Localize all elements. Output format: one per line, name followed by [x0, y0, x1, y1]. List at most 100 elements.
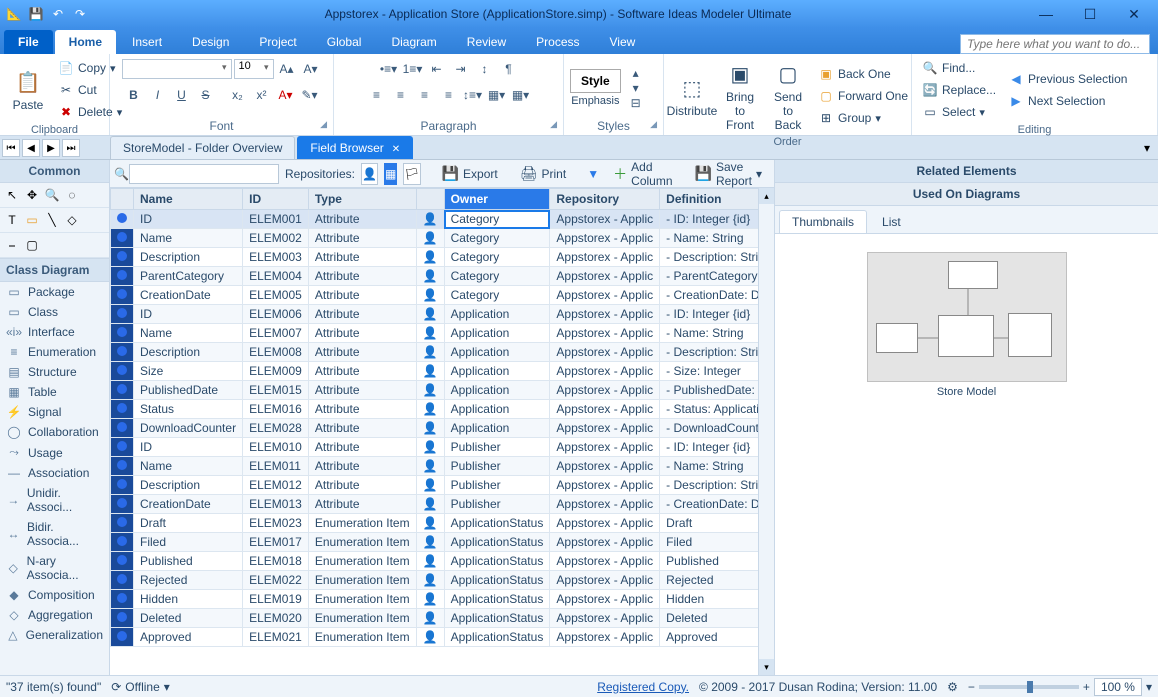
table-row[interactable]: Draft ELEM023 Enumeration Item 👤 Applica…: [111, 514, 774, 533]
sidebar-item[interactable]: «i»Interface: [0, 322, 109, 342]
table-row[interactable]: Status ELEM016 Attribute 👤 Application A…: [111, 400, 774, 419]
vertical-scrollbar[interactable]: ▴ ▾: [758, 188, 774, 675]
forward-one-button[interactable]: ▢Forward One: [814, 86, 912, 106]
column-header[interactable]: Definition: [660, 189, 774, 210]
nav-first-icon[interactable]: ⏮: [2, 139, 20, 157]
nav-last-icon[interactable]: ⏭: [62, 139, 80, 157]
bullets-icon[interactable]: •≡▾: [378, 58, 400, 80]
numbering-icon[interactable]: 1≡▾: [402, 58, 424, 80]
text-tool-icon[interactable]: T: [3, 211, 21, 229]
table-row[interactable]: Name ELEM002 Attribute 👤 Category Appsto…: [111, 229, 774, 248]
redo-icon[interactable]: ↷: [70, 4, 90, 24]
lasso-tool-icon[interactable]: ◌: [63, 186, 81, 204]
align-center-icon[interactable]: ≡: [390, 84, 412, 106]
bring-to-front-button[interactable]: ▣Bring to Front: [718, 58, 762, 134]
nav-prev-icon[interactable]: ◀: [22, 139, 40, 157]
table-row[interactable]: Description ELEM003 Attribute 👤 Category…: [111, 248, 774, 267]
thumbnails-tab[interactable]: Thumbnails: [779, 210, 867, 233]
replace-button[interactable]: 🔄Replace...: [918, 80, 1000, 100]
table-row[interactable]: Size ELEM009 Attribute 👤 Application App…: [111, 362, 774, 381]
tab-file[interactable]: File: [4, 30, 53, 54]
zoom-in-icon[interactable]: +: [1083, 680, 1090, 694]
distribute-button[interactable]: ⬚Distribute: [670, 72, 714, 120]
close-tab-icon[interactable]: ✕: [392, 144, 400, 155]
pointer-tool-icon[interactable]: ↖: [3, 186, 21, 204]
font-size-combo[interactable]: 10: [234, 59, 274, 79]
tab-insert[interactable]: Insert: [118, 30, 176, 54]
shape-tool-icon[interactable]: ◇: [63, 211, 81, 229]
nav-next-icon[interactable]: ▶: [42, 139, 60, 157]
italic-icon[interactable]: I: [147, 84, 169, 106]
repo-view1-icon[interactable]: 👤: [361, 163, 378, 185]
tab-overflow-icon[interactable]: ▾: [1136, 137, 1158, 159]
shrink-font-icon[interactable]: A▾: [300, 58, 322, 80]
rect-tool-icon[interactable]: ▭: [23, 211, 41, 229]
zoom-dropdown-icon[interactable]: ▾: [1146, 680, 1152, 694]
find-button[interactable]: 🔍Find...: [918, 58, 1000, 78]
zoom-tool-icon[interactable]: 🔍: [43, 186, 61, 204]
table-row[interactable]: DownloadCounter ELEM028 Attribute 👤 Appl…: [111, 419, 774, 438]
tab-review[interactable]: Review: [453, 30, 520, 54]
highlight-icon[interactable]: ✎▾: [299, 84, 321, 106]
tab-diagram[interactable]: Diagram: [377, 30, 450, 54]
outdent-icon[interactable]: ⇤: [426, 58, 448, 80]
font-family-combo[interactable]: [122, 59, 232, 79]
paste-button[interactable]: 📋Paste: [6, 66, 50, 114]
tab-global[interactable]: Global: [313, 30, 376, 54]
repo-view3-icon[interactable]: 🏳: [403, 163, 420, 185]
send-to-back-button[interactable]: ▢Send to Back: [766, 58, 810, 134]
back-one-button[interactable]: ▣Back One: [814, 64, 912, 84]
align-right-icon[interactable]: ≡: [414, 84, 436, 106]
tell-me-input[interactable]: [960, 34, 1150, 54]
sidebar-item[interactable]: ◇N-ary Associa...: [0, 551, 109, 585]
connector-tool-icon[interactable]: ⎯: [3, 236, 21, 254]
table-row[interactable]: ID ELEM006 Attribute 👤 Application Appst…: [111, 305, 774, 324]
zoom-out-icon[interactable]: −: [968, 680, 975, 694]
table-row[interactable]: ID ELEM010 Attribute 👤 Publisher Appstor…: [111, 438, 774, 457]
export-button[interactable]: 💾Export: [434, 163, 506, 184]
table-row[interactable]: Deleted ELEM020 Enumeration Item 👤 Appli…: [111, 609, 774, 628]
column-header[interactable]: Type: [308, 189, 416, 210]
print-button[interactable]: 🖨Print: [512, 163, 574, 184]
minimize-button[interactable]: —: [1026, 2, 1066, 26]
zoom-slider[interactable]: [979, 685, 1079, 689]
table-row[interactable]: ParentCategory ELEM004 Attribute 👤 Categ…: [111, 267, 774, 286]
app-icon[interactable]: 📐: [4, 4, 24, 24]
table-row[interactable]: Description ELEM012 Attribute 👤 Publishe…: [111, 476, 774, 495]
scroll-down-icon[interactable]: ▾: [759, 659, 774, 675]
table-row[interactable]: CreationDate ELEM005 Attribute 👤 Categor…: [111, 286, 774, 305]
table-row[interactable]: PublishedDate ELEM015 Attribute 👤 Applic…: [111, 381, 774, 400]
list-tab[interactable]: List: [869, 210, 914, 233]
table-row[interactable]: Rejected ELEM022 Enumeration Item 👤 Appl…: [111, 571, 774, 590]
tab-process[interactable]: Process: [522, 30, 593, 54]
sidebar-item[interactable]: ▦Table: [0, 382, 109, 402]
maximize-button[interactable]: ☐: [1070, 2, 1110, 26]
font-color-icon[interactable]: A▾: [275, 84, 297, 106]
offline-status[interactable]: ⟳Offline ▾: [111, 680, 170, 694]
justify-icon[interactable]: ≡: [438, 84, 460, 106]
sidebar-item[interactable]: ◇Aggregation: [0, 605, 109, 625]
strike-icon[interactable]: S: [195, 84, 217, 106]
underline-icon[interactable]: U: [171, 84, 193, 106]
previous-selection-button[interactable]: ◀Previous Selection: [1004, 69, 1131, 89]
sidebar-item[interactable]: ⚡Signal: [0, 402, 109, 422]
indent-icon[interactable]: ⇥: [450, 58, 472, 80]
shading-icon[interactable]: ▦▾: [486, 84, 508, 106]
table-row[interactable]: Description ELEM008 Attribute 👤 Applicat…: [111, 343, 774, 362]
note-tool-icon[interactable]: ▢: [23, 236, 41, 254]
table-row[interactable]: CreationDate ELEM013 Attribute 👤 Publish…: [111, 495, 774, 514]
line-tool-icon[interactable]: ╲: [43, 211, 61, 229]
field-grid[interactable]: NameIDTypeOwnerRepositoryDefinition ID E…: [110, 188, 774, 675]
style-down-icon[interactable]: ▾: [625, 81, 647, 95]
scroll-up-icon[interactable]: ▴: [759, 188, 774, 204]
filter-icon[interactable]: ▼: [587, 167, 599, 181]
bold-icon[interactable]: B: [123, 84, 145, 106]
registered-link[interactable]: Registered Copy.: [597, 680, 689, 694]
tab-project[interactable]: Project: [245, 30, 310, 54]
doc-tab-fieldbrowser[interactable]: Field Browser✕: [297, 136, 413, 159]
paragraph-marks-icon[interactable]: ¶: [498, 58, 520, 80]
subscript-icon[interactable]: x₂: [227, 84, 249, 106]
sidebar-item[interactable]: ≡Enumeration: [0, 342, 109, 362]
sidebar-item[interactable]: →Unidir. Associ...: [0, 483, 109, 517]
column-header[interactable]: Owner: [444, 189, 550, 210]
